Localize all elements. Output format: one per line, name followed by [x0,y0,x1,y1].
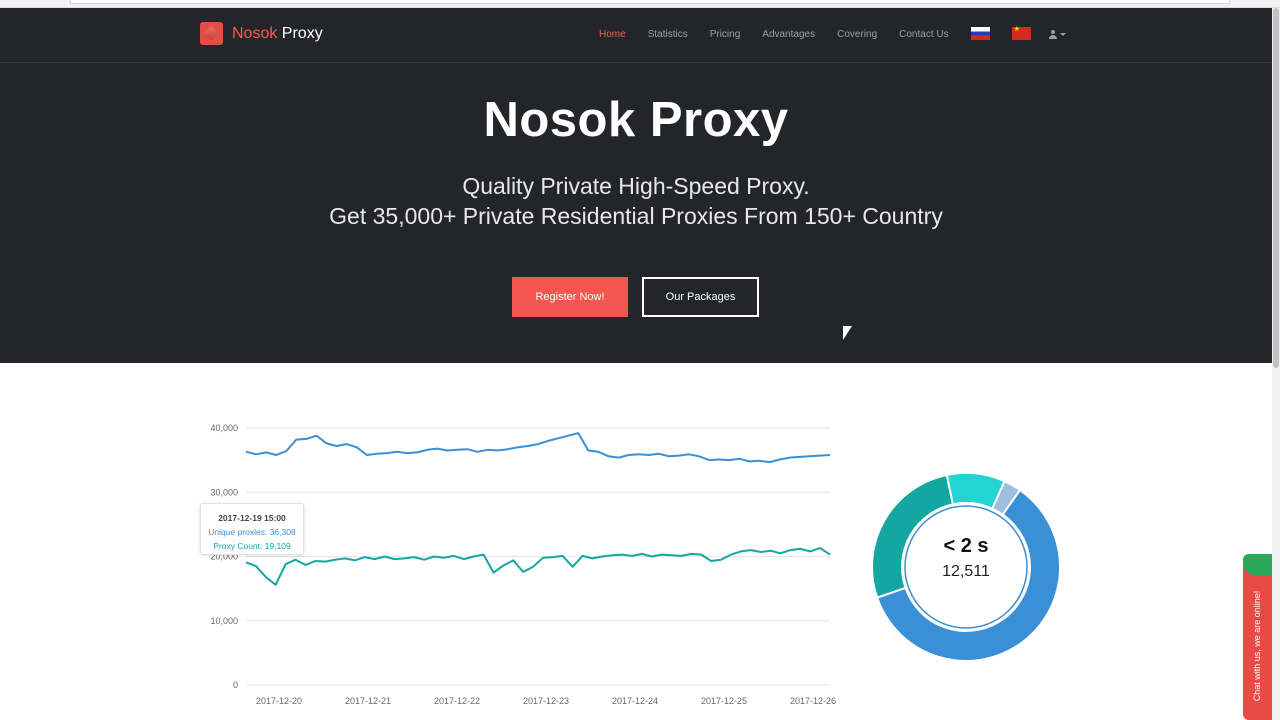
x-tick-label: 2017-12-26 [790,696,836,706]
address-bar[interactable] [70,0,1230,4]
statistics-section: 0 10,000 20,000 30,000 40,000 2017-12-20 2017-… [0,363,1272,720]
x-tick-label: 2017-12-25 [701,696,747,706]
nav-covering[interactable]: Covering [837,29,877,40]
response-time-donut[interactable]: < 2 s 12,511 [868,469,1064,665]
nav-advantages[interactable]: Advantages [762,29,815,40]
hero-section: Nosok Proxy Quality Private High-Speed P… [0,63,1272,363]
page: Nosok Proxy Home Statistics Pricing Adva… [0,8,1272,720]
proxy-line-chart[interactable]: 0 10,000 20,000 30,000 40,000 2017-12-20 2017-… [196,415,840,715]
donut-center-label: < 2 s 12,511 [868,535,1064,581]
hero-title: Nosok Proxy [483,93,789,147]
scrollbar-thumb[interactable] [1273,8,1279,368]
x-tick-label: 2017-12-22 [434,696,480,706]
live-chat-tab[interactable]: Chat with us, we are online! [1243,554,1272,720]
mouse-cursor-icon [843,326,852,340]
page-scrollbar[interactable] [1272,8,1280,720]
nav-statistics[interactable]: Statistics [648,29,688,40]
proxy-count-line [245,547,831,586]
hero-subtitle-line2: Get 35,000+ Private Residential Proxies … [329,203,943,229]
user-menu-dropdown[interactable] [1048,30,1066,39]
nav-contact-us[interactable]: Contact Us [899,29,948,40]
nav-menu: Home Statistics Pricing Advantages Cover… [599,25,1066,41]
chat-status-indicator [1243,554,1272,576]
register-now-button[interactable]: Register Now! [512,277,628,317]
our-packages-button[interactable]: Our Packages [642,277,759,317]
tooltip-proxy-count: Proxy Count: 19,109 [213,541,291,551]
nosok-logo-icon [200,22,223,45]
y-tick-label: 10,000 [210,616,238,626]
hero-subtitle-line1: Quality Private High-Speed Proxy. [462,173,810,199]
brand-logo-link[interactable]: Nosok Proxy [200,22,323,45]
donut-count-value: 12,511 [942,563,990,580]
flag-ru-icon[interactable] [970,27,990,40]
y-tick-label: 0 [233,680,238,690]
y-tick-label: 40,000 [210,423,238,433]
tooltip-unique-proxies: Unique proxies: 36,308 [208,527,296,537]
x-tick-label: 2017-12-21 [345,696,391,706]
brand-name: Nosok Proxy [232,25,323,43]
x-tick-label: 2017-12-24 [612,696,658,706]
chart-tooltip: 2017-12-19 15:00 Unique proxies: 36,308 … [200,503,304,555]
unique-proxies-line [245,432,831,464]
nav-home[interactable]: Home [599,29,626,40]
user-icon [1048,30,1057,39]
tooltip-date: 2017-12-19 15:00 [218,513,286,523]
brand-name-part1: Nosok [232,24,278,42]
top-navbar: Nosok Proxy Home Statistics Pricing Adva… [0,8,1272,63]
flag-cn-icon[interactable] [1011,25,1031,40]
y-tick-label: 30,000 [210,487,238,497]
x-tick-label: 2017-12-23 [523,696,569,706]
brand-name-part2: Proxy [277,24,323,42]
browser-chrome [0,0,1280,8]
line-chart-svg: 010,00020,00030,00040,0002017-12-20 2017-… [210,423,836,706]
x-tick-label: 2017-12-20 [256,696,302,706]
nav-pricing[interactable]: Pricing [710,29,741,40]
chat-label: Chat with us, we are online! [1252,590,1262,702]
caret-down-icon [1059,33,1066,36]
donut-time-value: < 2 s [943,535,989,557]
